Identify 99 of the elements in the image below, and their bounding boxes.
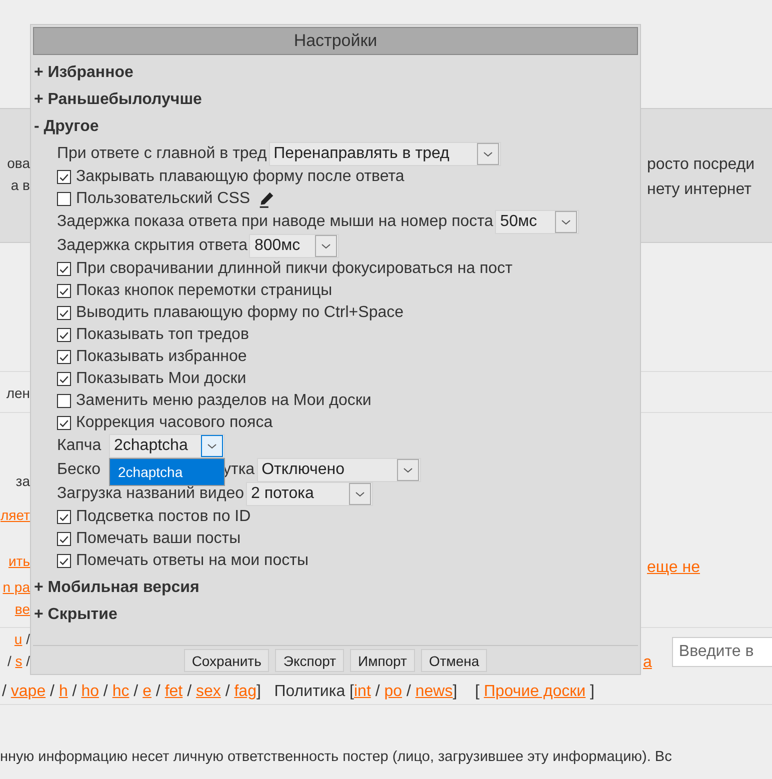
banner-text: нету интернет [647,180,752,200]
section-header[interactable]: + Раньшебылолучше [33,86,638,113]
separator-text: ] [589,682,594,702]
chevron-down-icon [201,435,223,457]
board-link[interactable]: hc [112,681,130,703]
board-link[interactable]: ho [81,681,99,703]
checkbox[interactable] [57,192,71,206]
disclaimer-text: нную информацию несет личную ответственность постер (лицо, загрузившее эту информацию). Вс [0,749,673,765]
checkbox[interactable] [57,372,71,386]
dropdown[interactable]: Перенаправлять в тред [268,142,501,166]
board-link[interactable]: h [58,681,68,703]
board-link[interactable]: s [15,650,22,672]
section-header[interactable]: + Скрытие [33,601,638,628]
checkbox-label: Подсветка постов по ID [76,508,251,526]
banner-text: росто посреди [647,155,755,175]
setting-label: Беско [57,461,102,479]
separator-text: / [7,652,12,671]
checkbox[interactable] [57,284,71,298]
checkbox[interactable] [57,532,71,546]
dialog-button[interactable]: Экспорт [275,649,344,672]
chevron-down-icon [555,211,578,233]
chevron-down-icon [476,143,499,165]
dropdown[interactable]: 2chaptcha [109,434,225,458]
setting-label: Загрузка названий видео [57,485,244,503]
separator-text: / [405,682,412,702]
checkbox[interactable] [57,554,71,568]
separator-text: / [154,682,162,702]
dropdown[interactable]: 2 потока [246,482,373,506]
checkbox[interactable] [57,350,71,364]
separator-text: / [25,630,30,649]
section-header[interactable]: - Другое [33,113,638,140]
dialog-button[interactable]: Сохранить [184,649,270,672]
dropdown-option[interactable]: 2chaptcha [110,459,224,485]
separator-text: / [224,682,231,702]
checkbox[interactable] [57,510,71,524]
checkbox-label: Помечать ваши посты [76,530,241,548]
checkbox-label: Показывать Мои доски [76,370,246,388]
checkbox[interactable] [57,306,71,320]
window-title: Настройки [33,27,638,55]
checkbox[interactable] [57,328,71,342]
checkbox-label: Заменить меню разделов на Мои доски [76,392,372,410]
post-link[interactable]: n ра [2,576,30,598]
separator-text: ] Политика [ [256,682,354,702]
checkbox-label: Помечать ответы на мои посты [76,552,308,570]
banner-text: а в [10,176,30,195]
search-field[interactable]: Введите в [672,637,772,667]
dropdown[interactable]: 800мс [249,234,340,258]
board-link[interactable]: а [643,653,652,673]
separator-text: ] [ [452,682,480,702]
separator-text: / [71,682,78,702]
post-link[interactable]: ляет [0,504,30,526]
section-header[interactable]: + Избранное [33,59,638,86]
board-link[interactable]: vape [10,681,46,703]
checkbox-label: Показывать топ тредов [76,326,249,344]
post-link[interactable]: еще не [647,555,700,580]
checkbox-label: Показывать избранное [76,348,247,366]
setting-label: Задержка скрытия ответа [57,237,248,255]
checkbox-label: Коррекция часового пояса [76,414,273,432]
board-link[interactable]: Прочие доски [484,681,586,703]
separator-text: / [49,682,56,702]
separator-text: / [132,682,140,702]
setting-label: Капча [57,437,102,455]
checkbox-label: Показ кнопок перемотки страницы [76,282,332,300]
chevron-down-icon [348,483,371,505]
checkbox[interactable] [57,170,71,184]
checkbox-label: Выводить плавающую форму по Ctrl+Space [76,304,404,322]
separator-text: / [2,682,8,702]
setting-label: При ответе с главной в тред [57,145,267,163]
board-link[interactable]: news [415,681,453,703]
board-link[interactable]: sex [196,681,221,703]
section-header[interactable]: + Мобильная версия [33,574,638,601]
dialog-button[interactable]: Импорт [350,649,415,672]
chevron-down-icon [315,235,338,257]
dropdown[interactable]: 50мс [495,210,580,234]
checkbox[interactable] [57,416,71,430]
setting-label: Задержка показа ответа при наводе мыши на номер поста [57,213,494,231]
checkbox-label: Пользовательский CSS [76,190,250,208]
checkbox[interactable] [57,394,71,408]
banner-text: ова [7,154,30,173]
dropdown[interactable]: Отключено [256,458,421,482]
board-link[interactable]: int [354,681,371,703]
checkbox-label: При сворачивании длинной пикчи фокусироваться на пост [76,260,512,278]
post-link[interactable]: ве [14,598,30,620]
board-link[interactable]: e [142,681,152,703]
post-text: за [16,472,30,491]
dialog-button[interactable]: Отмена [420,649,488,672]
separator-text: / [186,682,193,702]
separator-text: / [374,682,381,702]
post-link[interactable]: ить [8,550,30,572]
separator-text: / [25,652,30,671]
chevron-down-icon [396,459,419,481]
board-link[interactable]: fet [164,681,183,703]
board-link[interactable]: fag [234,681,256,703]
board-link[interactable]: u [14,628,22,650]
checkbox-label: Закрывать плавающую форму после ответа [76,168,404,186]
board-link[interactable]: po [384,681,402,703]
separator-text: / [102,682,109,702]
checkbox[interactable] [57,262,71,276]
row-text: лен [6,384,30,403]
